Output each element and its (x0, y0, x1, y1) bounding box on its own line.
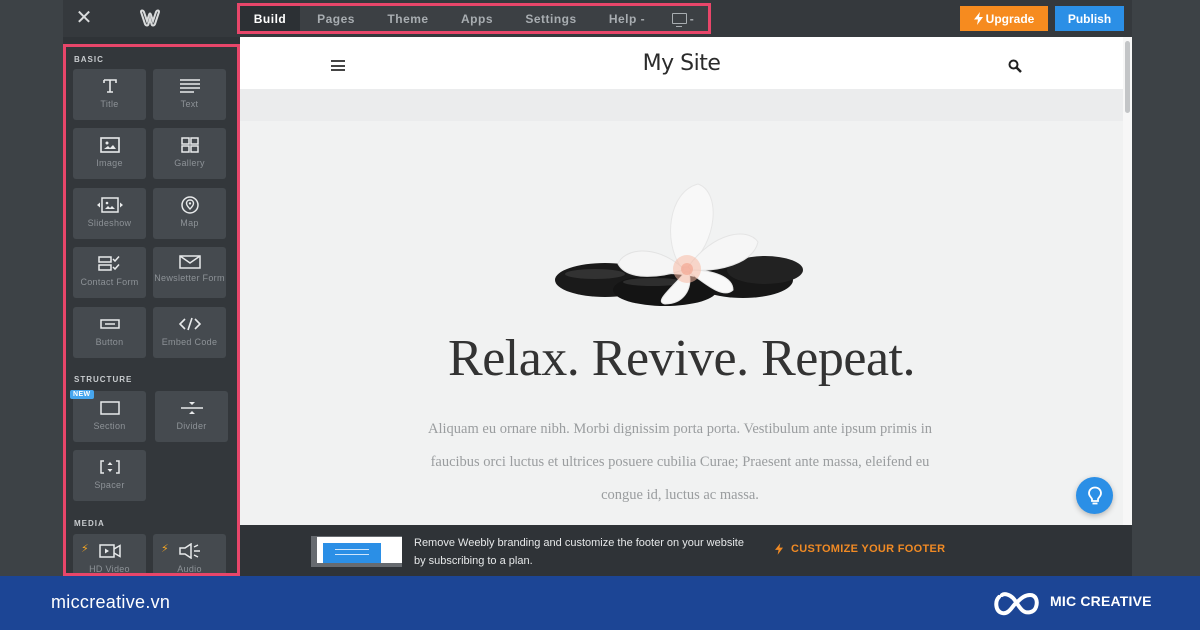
spacer-icon (99, 460, 120, 474)
tab-theme[interactable]: Theme (372, 6, 444, 31)
section-label-basic: BASIC (74, 55, 104, 64)
tab-apps-label: Apps (461, 11, 493, 26)
speaker-icon (178, 543, 200, 559)
video-camera-icon (98, 544, 121, 558)
new-badge: NEW (70, 390, 94, 399)
element-divider[interactable]: Divider (155, 391, 228, 442)
element-text[interactable]: Text (153, 69, 226, 120)
element-divider-label: Divider (176, 421, 207, 431)
monitor-icon (671, 13, 687, 27)
element-button-label: Button (95, 337, 124, 347)
element-slideshow[interactable]: Slideshow (73, 188, 146, 239)
brand-name: MIC CREATIVE (1050, 593, 1152, 609)
element-spacer[interactable]: Spacer (73, 450, 146, 501)
search-icon[interactable] (1008, 59, 1022, 73)
scrollbar-thumb[interactable] (1125, 41, 1130, 113)
top-bar: ✕ Build Pages Theme Apps Settings Help -… (63, 0, 1132, 37)
site-canvas: My Site Relax. Revive. Repeat. Aliquam e… (240, 37, 1132, 525)
element-hd-video-label: HD Video (89, 564, 130, 574)
element-map[interactable]: Map (153, 188, 226, 239)
element-hd-video[interactable]: ⚡ HD Video (73, 534, 146, 574)
footer-promo-bar: Remove Weebly branding and customize the… (240, 525, 1132, 576)
tab-settings-label: Settings (525, 11, 577, 26)
mic-creative-logo-icon (994, 592, 1039, 616)
element-section-label: Section (93, 421, 126, 431)
elements-sidebar: BASIC Title Text Image Gallery Slideshow… (63, 44, 240, 576)
tab-help-label: Help - (608, 11, 646, 26)
tab-theme-label: Theme (387, 11, 429, 26)
site-header: My Site (240, 37, 1123, 89)
upgrade-button[interactable]: Upgrade (960, 6, 1048, 31)
element-image[interactable]: Image (73, 128, 146, 179)
lightning-icon (973, 12, 983, 25)
code-icon (178, 317, 201, 331)
element-contact-form-label: Contact Form (80, 277, 139, 287)
element-text-label: Text (180, 99, 199, 109)
section-label-media: MEDIA (74, 519, 105, 528)
publish-button[interactable]: Publish (1055, 6, 1124, 31)
site-title[interactable]: My Site (240, 51, 1123, 76)
hero-body-text[interactable]: Aliquam eu ornare nibh. Morbi dignissim … (410, 413, 950, 512)
canvas-scrollbar[interactable] (1123, 37, 1132, 525)
element-slideshow-label: Slideshow (87, 218, 132, 228)
gallery-grid-icon (180, 137, 199, 153)
lightning-icon (775, 543, 783, 555)
element-embed-code-label: Embed Code (161, 337, 218, 347)
upgrade-label: Upgrade (985, 11, 1035, 26)
tab-settings[interactable]: Settings (510, 6, 592, 31)
element-map-label: Map (180, 218, 199, 228)
title-T-icon (102, 79, 117, 93)
device-preview-toggle[interactable]: - (662, 6, 704, 31)
footer-preview-thumbnail (311, 536, 402, 567)
image-icon (99, 137, 120, 153)
button-icon (99, 319, 120, 329)
branding-bar: miccreative.vn MIC CREATIVE (0, 576, 1200, 630)
tab-help[interactable]: Help - (592, 6, 662, 31)
text-lines-icon (179, 79, 200, 93)
tips-button[interactable] (1076, 477, 1113, 514)
element-audio-label: Audio (177, 564, 202, 574)
promo-message: Remove Weebly branding and customize the… (414, 537, 744, 567)
hero-headline[interactable]: Relax. Revive. Repeat. (240, 329, 1123, 388)
element-spacer-label: Spacer (94, 480, 125, 490)
lightbulb-icon (1087, 486, 1102, 504)
tab-apps[interactable]: Apps (444, 6, 510, 31)
element-image-label: Image (96, 158, 123, 168)
contact-form-icon (97, 256, 120, 271)
hero-image[interactable] (553, 172, 805, 307)
element-gallery-label: Gallery (174, 158, 205, 168)
publish-label: Publish (1067, 11, 1112, 26)
section-icon (99, 401, 120, 415)
element-gallery[interactable]: Gallery (153, 128, 226, 179)
brand-url[interactable]: miccreative.vn (51, 592, 170, 613)
element-title-label: Title (100, 99, 119, 109)
header-band (240, 89, 1123, 121)
tab-build[interactable]: Build (240, 6, 300, 31)
customize-footer-link[interactable]: CUSTOMIZE YOUR FOOTER (775, 543, 945, 555)
element-embed-code[interactable]: Embed Code (153, 307, 226, 358)
main-nav: Build Pages Theme Apps Settings Help - - (237, 3, 711, 34)
section-label-structure: STRUCTURE (74, 375, 133, 384)
element-title[interactable]: Title (73, 69, 146, 120)
element-audio[interactable]: ⚡ Audio (153, 534, 226, 574)
close-icon[interactable]: ✕ (75, 8, 93, 28)
device-dropdown-label: - (689, 11, 695, 26)
tab-pages-label: Pages (317, 11, 355, 26)
slideshow-icon (96, 197, 123, 213)
element-contact-form[interactable]: Contact Form (73, 247, 146, 298)
envelope-icon (178, 255, 201, 269)
weebly-logo-icon (139, 9, 161, 27)
element-newsletter-form-label: Newsletter Form (154, 273, 225, 283)
map-pin-icon (180, 196, 199, 214)
customize-footer-label: CUSTOMIZE YOUR FOOTER (791, 543, 946, 555)
tab-pages[interactable]: Pages (300, 6, 372, 31)
element-newsletter-form[interactable]: Newsletter Form (153, 247, 226, 298)
tab-build-label: Build (253, 11, 287, 26)
divider-icon (180, 402, 203, 414)
element-button[interactable]: Button (73, 307, 146, 358)
